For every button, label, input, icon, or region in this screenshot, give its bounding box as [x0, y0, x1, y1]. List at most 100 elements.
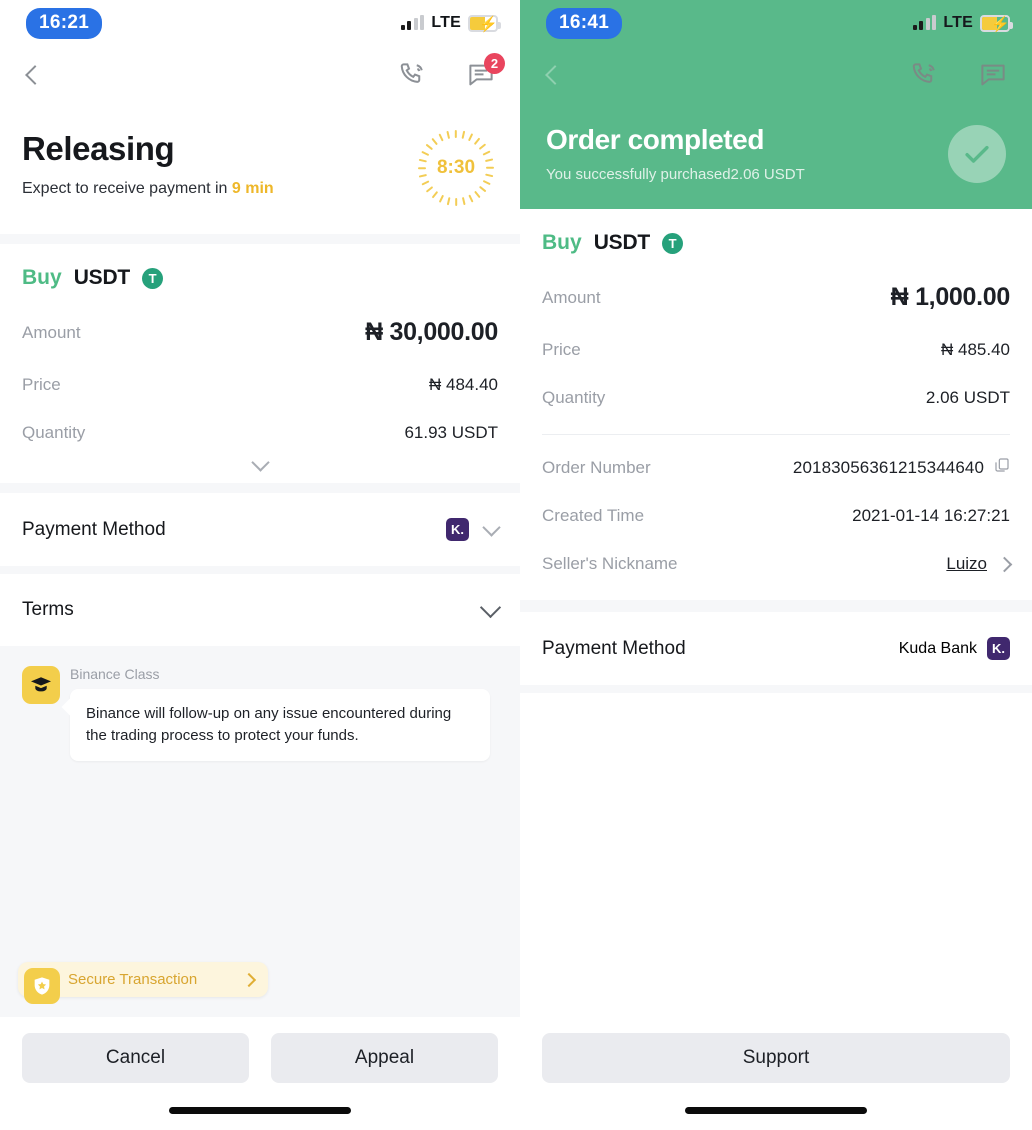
status-time: 16:41 — [546, 7, 623, 39]
home-indicator — [520, 1083, 1032, 1130]
nav-bar-left: 2 — [0, 46, 520, 104]
chat-bubble-icon[interactable] — [978, 60, 1008, 90]
status-bar-right: 16:41 LTE ⚡ — [520, 0, 1032, 46]
chevron-right-icon — [996, 556, 1013, 572]
signal-bars-icon — [912, 15, 937, 30]
row-value: ₦ 1,000.00 — [890, 283, 1011, 311]
order-summary-right: Buy USDT T Amount ₦ 1,000.00 Price ₦ 485… — [520, 209, 1032, 600]
payment-method-row: Payment Method Kuda Bank K. — [542, 612, 1010, 685]
content-filler — [520, 693, 1032, 1017]
back-button[interactable] — [25, 65, 45, 85]
action-buttons-left: Cancel Appeal — [0, 1017, 520, 1083]
status-time: 16:21 — [26, 7, 103, 39]
tether-icon: T — [662, 232, 684, 254]
row-value: 2.06 USDT — [925, 388, 1010, 407]
chat-area: Binance Class Binance will follow-up on … — [0, 646, 520, 1017]
coin-name: USDT — [593, 231, 651, 254]
hero-subtitle: Expect to receive payment in 9 min — [22, 180, 274, 198]
row-label: Created Time — [542, 506, 645, 525]
phone-call-icon[interactable] — [910, 60, 940, 90]
hero-order-completed: Order completed You successfully purchas… — [520, 104, 1032, 209]
terms-row[interactable]: Terms — [22, 574, 502, 646]
order-side: Buy — [542, 231, 582, 254]
hero-subtitle-prefix: Expect to receive payment in — [22, 180, 232, 197]
row-label: Quantity — [542, 388, 606, 407]
table-row: Quantity 2.06 USDT — [542, 374, 1010, 422]
chat-bubble-icon[interactable]: 2 — [466, 53, 505, 90]
terms-section[interactable]: Terms — [0, 574, 520, 646]
kuda-bank-icon: K. — [446, 518, 469, 541]
nav-bar-right — [520, 46, 1032, 104]
tether-icon: T — [142, 267, 164, 289]
copy-icon[interactable] — [994, 457, 1010, 478]
section-gap — [0, 483, 520, 493]
chevron-down-icon — [250, 453, 270, 472]
seller-nickname-row[interactable]: Seller's Nickname Luizo — [542, 540, 1013, 588]
coin-name: USDT — [73, 266, 131, 289]
seller-nickname-link[interactable]: Luizo — [946, 554, 987, 574]
phone-screen-releasing: 16:21 LTE ⚡ 2 Releasing Expect to receiv… — [0, 0, 520, 1130]
hero-text: Releasing Expect to receive payment in 9… — [22, 130, 274, 198]
support-button[interactable]: Support — [542, 1033, 1010, 1083]
page-title: Releasing — [22, 130, 175, 167]
chat-unread-badge: 2 — [484, 53, 505, 74]
chevron-down-icon[interactable] — [482, 517, 501, 537]
expand-order-details-button[interactable] — [22, 453, 498, 483]
chat-bubble: Binance will follow-up on any issue enco… — [70, 689, 490, 761]
order-summary-left: Buy USDT T Amount ₦ 30,000.00 Price ₦ 48… — [0, 244, 520, 483]
table-row: Amount ₦ 1,000.00 — [542, 269, 1010, 326]
payment-method-section-right: Payment Method Kuda Bank K. — [520, 612, 1032, 685]
seller-value-wrap: Luizo — [946, 554, 1013, 574]
row-label: Quantity — [22, 423, 86, 442]
row-value: ₦ 485.40 — [941, 340, 1010, 359]
chevron-down-icon[interactable] — [479, 596, 502, 619]
phone-call-icon[interactable] — [398, 60, 428, 90]
battery-charging-icon: ⚡ — [468, 14, 501, 33]
row-value: 20183056361215344640 — [792, 457, 984, 477]
coin-header: Buy USDT T — [22, 244, 498, 304]
network-label: LTE — [431, 14, 461, 31]
kuda-bank-icon: K. — [987, 637, 1010, 660]
cancel-button[interactable]: Cancel — [22, 1033, 249, 1083]
section-gap — [520, 685, 1032, 693]
hero-subtitle: You successfully purchased2.06 USDT — [546, 166, 805, 183]
nav-actions: 2 — [398, 53, 505, 90]
page-title: Order completed — [546, 124, 765, 155]
action-buttons-right: Support — [520, 1017, 1032, 1083]
countdown-timer: 8:30 — [418, 130, 494, 206]
row-label: Price — [22, 375, 61, 394]
dual-phone-screenshot: 16:21 LTE ⚡ 2 Releasing Expect to receiv… — [0, 0, 1032, 1130]
back-button[interactable] — [545, 65, 565, 85]
green-header: 16:41 LTE ⚡ Order completed You successf… — [520, 0, 1032, 209]
row-label: Seller's Nickname — [542, 554, 678, 573]
section-gap — [0, 566, 520, 574]
secure-transaction-banner[interactable]: Secure Transaction — [18, 962, 268, 1004]
table-row: Amount ₦ 30,000.00 — [22, 304, 498, 361]
secure-transaction-label: Secure Transaction — [68, 971, 198, 988]
chat-body: Binance Class Binance will follow-up on … — [70, 666, 490, 761]
status-indicators: LTE ⚡ — [400, 14, 501, 33]
table-row: Price ₦ 484.40 — [22, 361, 498, 409]
section-gap — [0, 234, 520, 244]
table-row: Quantity 61.93 USDT — [22, 409, 498, 457]
row-label: Amount — [22, 322, 81, 342]
battery-charging-icon: ⚡ — [980, 14, 1013, 33]
hero-releasing: Releasing Expect to receive payment in 9… — [0, 104, 520, 234]
bank-name: Kuda Bank — [898, 639, 977, 657]
payment-method-label: Payment Method — [22, 518, 166, 540]
table-row: Price ₦ 485.40 — [542, 326, 1010, 374]
payment-method-row[interactable]: Payment Method K. — [22, 493, 501, 566]
row-value: ₦ 30,000.00 — [365, 318, 498, 346]
nav-actions — [910, 60, 1008, 90]
payment-method-section-left[interactable]: Payment Method K. — [0, 493, 520, 566]
order-number-row[interactable]: Order Number 20183056361215344640 — [542, 435, 1010, 492]
graduation-cap-icon — [22, 666, 60, 704]
countdown-value: 8:30 — [436, 157, 476, 178]
status-bar-left: 16:21 LTE ⚡ — [0, 0, 520, 46]
chat-sender-name: Binance Class — [70, 666, 160, 682]
appeal-button[interactable]: Appeal — [271, 1033, 498, 1083]
order-number-value-wrap: 20183056361215344640 — [793, 457, 1010, 478]
row-label: Order Number — [542, 457, 651, 477]
network-label: LTE — [943, 14, 973, 31]
check-circle-icon — [948, 125, 1006, 183]
